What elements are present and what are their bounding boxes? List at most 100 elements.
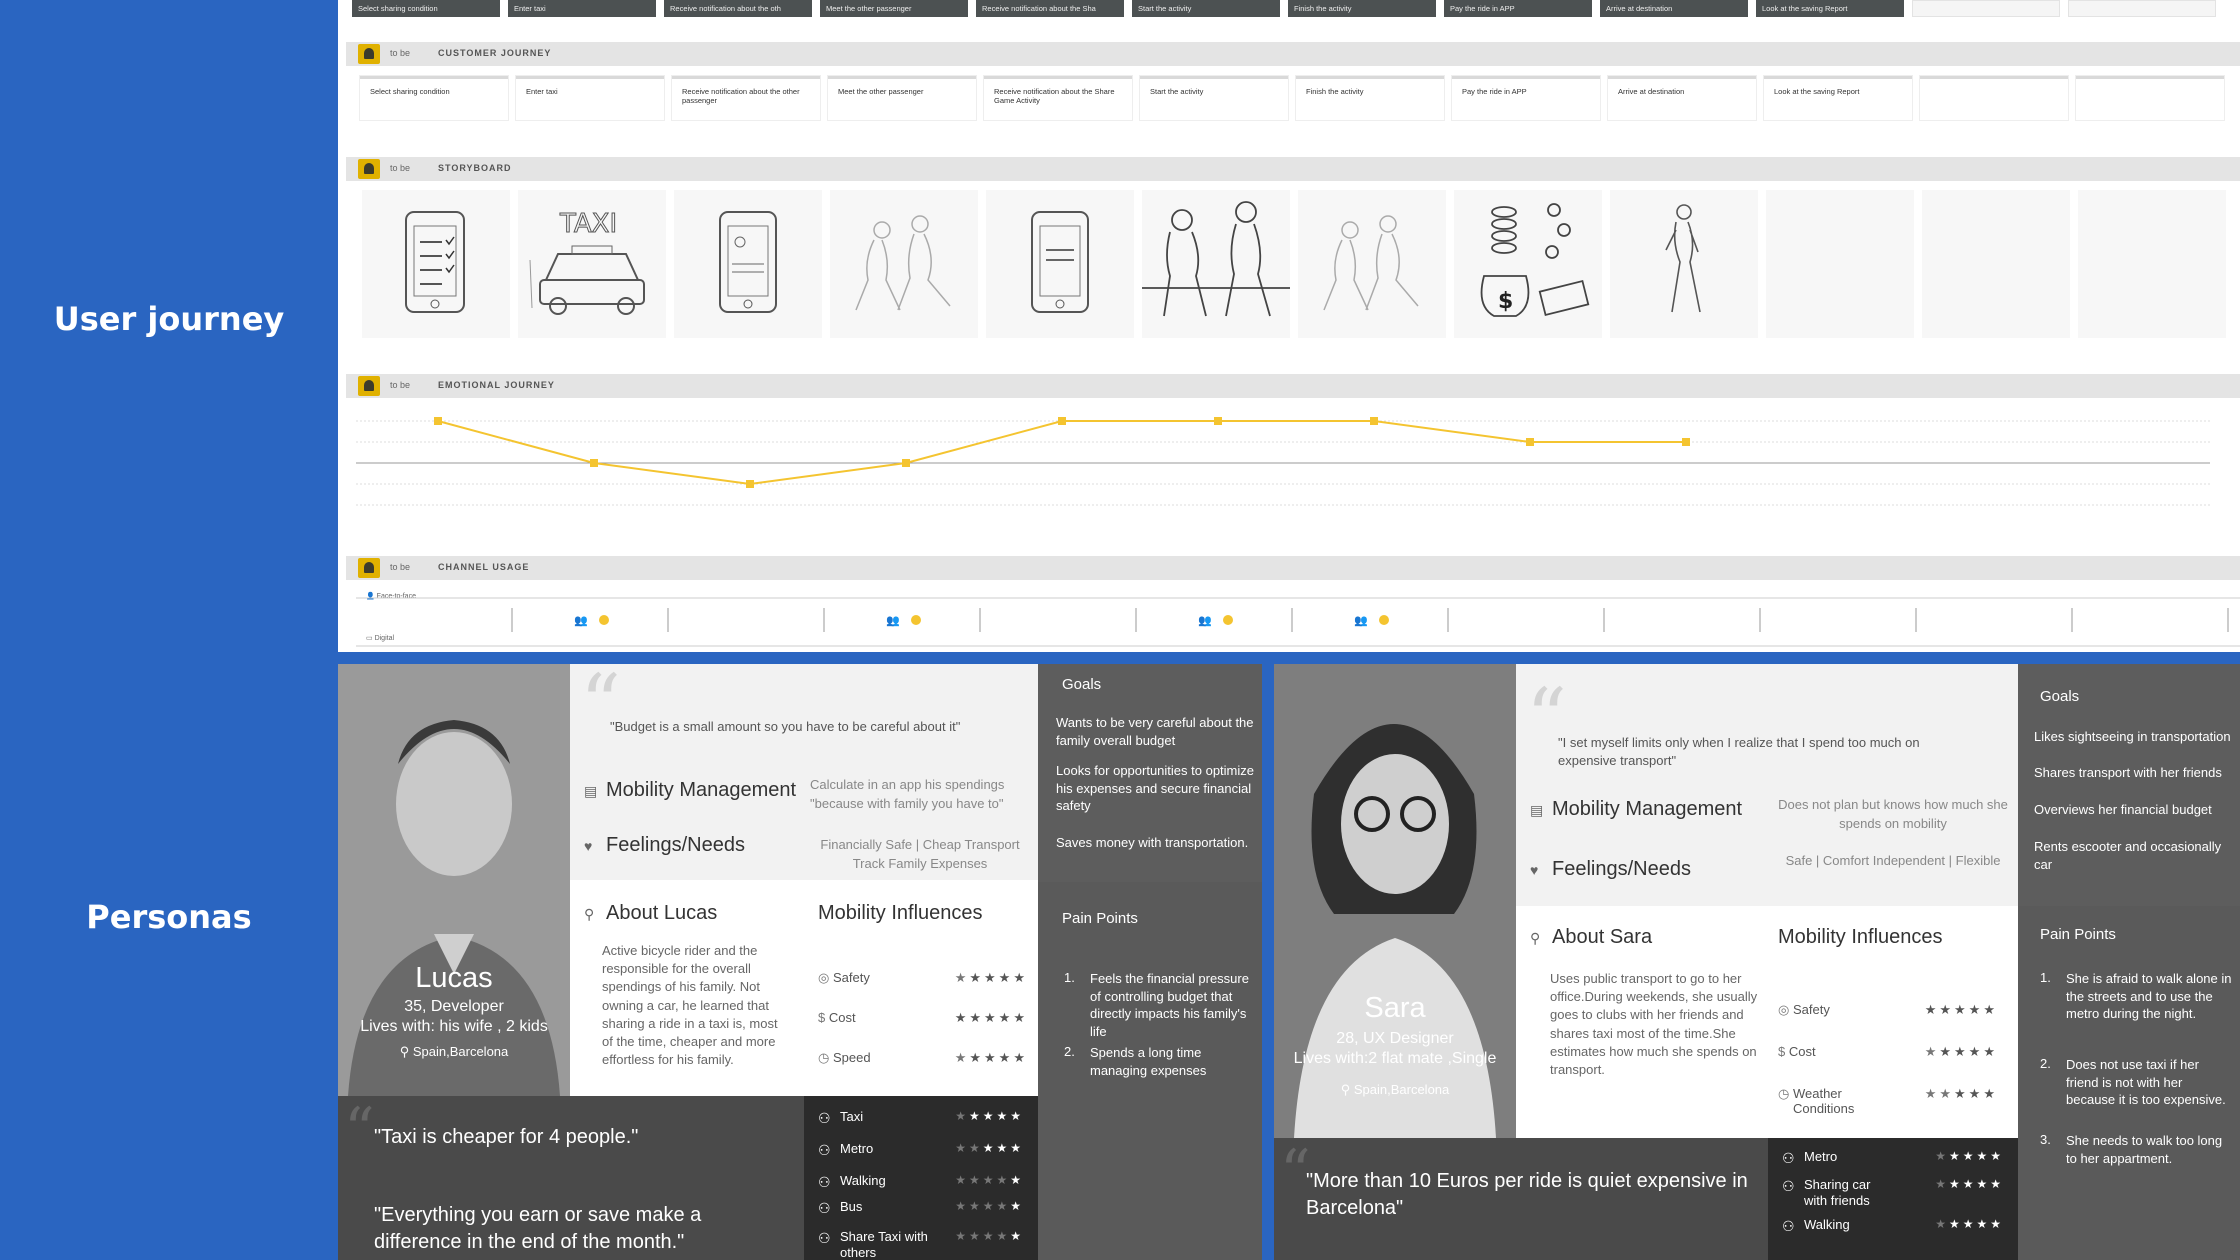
journey-board: Select sharing condition Enter taxi Receiv…	[338, 0, 2240, 652]
list-icon: ▤	[1530, 802, 1544, 818]
influences-heading: Mobility Influences	[818, 902, 983, 924]
storyboard-phone-game	[986, 190, 1134, 338]
emotional-journey-header: to be EMOTIONAL JOURNEY	[346, 374, 2240, 398]
quote-mark-icon: “	[344, 1095, 375, 1165]
empty-cell	[1912, 0, 2060, 17]
influence-row: ◷ Weather Conditions ★★★★★	[1778, 1086, 1998, 1116]
persona-name: Lucas	[415, 962, 493, 994]
pain-title: Pain Points	[2040, 926, 2116, 943]
two-people-sketch-icon	[855, 215, 951, 311]
action-cell: Select sharing condition	[352, 0, 500, 17]
customer-journey-cell: Enter taxi	[516, 76, 664, 120]
storyboard-meet-passenger	[830, 190, 978, 338]
feelings-text: Financially Safe | Cheap Transport Track…	[820, 837, 1020, 871]
emotion-point	[1682, 438, 1690, 446]
customer-journey-cell: Arrive at destination	[1608, 76, 1756, 120]
customer-journey-cell: Receive notification about the other pas…	[672, 76, 820, 120]
to-be-label: to be	[390, 48, 411, 58]
channel-dot	[599, 615, 609, 625]
sara-pain-points: Pain Points 1. She is afraid to walk alon…	[2018, 906, 2240, 1260]
influence-row: $ Cost ★★★★★	[818, 1010, 1028, 1025]
emotion-point	[1526, 438, 1534, 446]
lucas-quotes: “ "Taxi is cheaper for 4 people." "Every…	[338, 1096, 804, 1260]
action-cell: Arrive at destination	[1600, 0, 1748, 17]
action-cell: Enter taxi	[508, 0, 656, 17]
customer-journey-cell: Select sharing condition	[360, 76, 508, 120]
pain-item: Spends a long time managing expenses	[1090, 1045, 1207, 1078]
brand-logo-icon	[358, 44, 380, 64]
goal-item: Shares transport with her friends	[2034, 765, 2222, 780]
influence-row: $ Cost ★★★★★	[1778, 1044, 1998, 1059]
storyboard-finish-activity	[1298, 190, 1446, 338]
about-text: Uses public transport to go to her offic…	[1550, 971, 1758, 1077]
phone-notification-icon	[719, 211, 777, 313]
goal-item: Looks for opportunities to optimize his …	[1056, 763, 1254, 814]
dollar-sign: $	[1498, 289, 1513, 314]
transport-label: Bus	[840, 1199, 863, 1214]
influence-row: ◎ Safety ★★★★★	[818, 970, 1028, 986]
persona-lives: Lives with: his wife , 2 kids	[360, 1018, 548, 1035]
two-people-sketch-icon	[1323, 215, 1419, 311]
goal-item: Rents escooter and occasionally car	[2034, 839, 2222, 872]
section-title: CUSTOMER JOURNEY	[438, 48, 552, 58]
dollar-icon: $	[818, 1010, 829, 1025]
persona-sara: Sara 28, UX Designer Lives with:2 flat m…	[1274, 664, 2240, 1260]
action-cell: Start the activity	[1132, 0, 1280, 17]
influence-label: Cost	[828, 1010, 856, 1025]
storyboard-arrive	[1610, 190, 1758, 338]
goal-item: Likes sightseeing in transportation	[2034, 729, 2231, 744]
heart-icon: ♥	[584, 838, 593, 854]
mobility-text: Does not plan but knows how much she spe…	[1778, 797, 2008, 831]
persona-quote-1: "Taxi is cheaper for 4 people."	[374, 1126, 639, 1148]
transport-row: ⚇ Share Taxi with others ★★★★★	[804, 1226, 1038, 1260]
pain-number: 1.	[2040, 970, 2051, 985]
channel-dot	[1379, 615, 1389, 625]
empty-cell	[2068, 0, 2216, 17]
two-people-bench-icon	[1142, 201, 1290, 317]
emotion-point	[1214, 417, 1222, 425]
persona-name: Sara	[1364, 992, 1426, 1024]
lucas-goals: Goals Wants to be very careful about the…	[1038, 664, 1262, 882]
taxi-text: TAXI	[559, 209, 617, 239]
rating-stars: ★★★★★	[1935, 1149, 2004, 1163]
people-icon: 👥	[574, 615, 588, 627]
pain-item: Feels the financial pressure of controll…	[1090, 971, 1249, 1039]
brand-logo-icon	[358, 159, 380, 179]
action-cell: Receive notification about the Sha	[976, 0, 1124, 17]
person-icon: ⚇	[818, 1110, 831, 1126]
transport-label: Sharing car with friends	[1804, 1177, 1871, 1208]
section-title: STORYBOARD	[438, 163, 512, 173]
persona-quote-2: "Everything you earn or save make a diff…	[374, 1204, 702, 1253]
about-heading: ⚲ About Lucas	[584, 902, 718, 924]
transport-label: Share Taxi with others	[840, 1229, 928, 1260]
goal-item: Saves money with transportation.	[1056, 835, 1249, 850]
sara-quotes: “ "More than 10 Euros per ride is quiet …	[1274, 1138, 1768, 1260]
persona-lucas: Lucas 35, Developer Lives with: his wife…	[338, 664, 1262, 1260]
person-icon: ⚇	[818, 1174, 831, 1190]
rating-stars: ★★★★★	[955, 1199, 1024, 1213]
rating-stars: ★★★★★	[954, 1010, 1028, 1025]
dollar-icon: $	[1778, 1044, 1789, 1059]
to-be-label: to be	[390, 380, 411, 390]
walking-person-icon	[1665, 204, 1701, 313]
pain-title: Pain Points	[1062, 910, 1138, 927]
persona-role: 35, Developer	[404, 998, 504, 1015]
storyboard-phone-notification	[674, 190, 822, 338]
shield-icon: ◎	[1778, 1002, 1793, 1017]
persona-quote-1: "More than 10 Euros per ride is quiet ex…	[1306, 1170, 1748, 1219]
channel-usage-grid: 👥 👥 👥 👥	[356, 597, 2240, 647]
clock-icon: ◷	[818, 1050, 833, 1065]
influence-row: ◷ Speed ★★★★★	[818, 1050, 1028, 1066]
transport-label: Metro	[840, 1141, 874, 1156]
rating-stars: ★★★★★	[955, 1109, 1024, 1123]
customer-journey-cell	[1920, 76, 2068, 120]
customer-journey-header: to be CUSTOMER JOURNEY	[346, 42, 2240, 66]
money-stack-icon: $	[1480, 203, 1590, 317]
customer-journey-cell: Pay the ride in APP	[1452, 76, 1600, 120]
storyboard-empty	[2078, 190, 2226, 338]
people-icon: 👥	[886, 615, 900, 627]
transport-label: Walking	[1804, 1217, 1850, 1232]
customer-journey-cell: Receive notification about the Share Gam…	[984, 76, 1132, 120]
goals-title: Goals	[1062, 676, 1102, 693]
transport-label: Metro	[1804, 1149, 1838, 1164]
